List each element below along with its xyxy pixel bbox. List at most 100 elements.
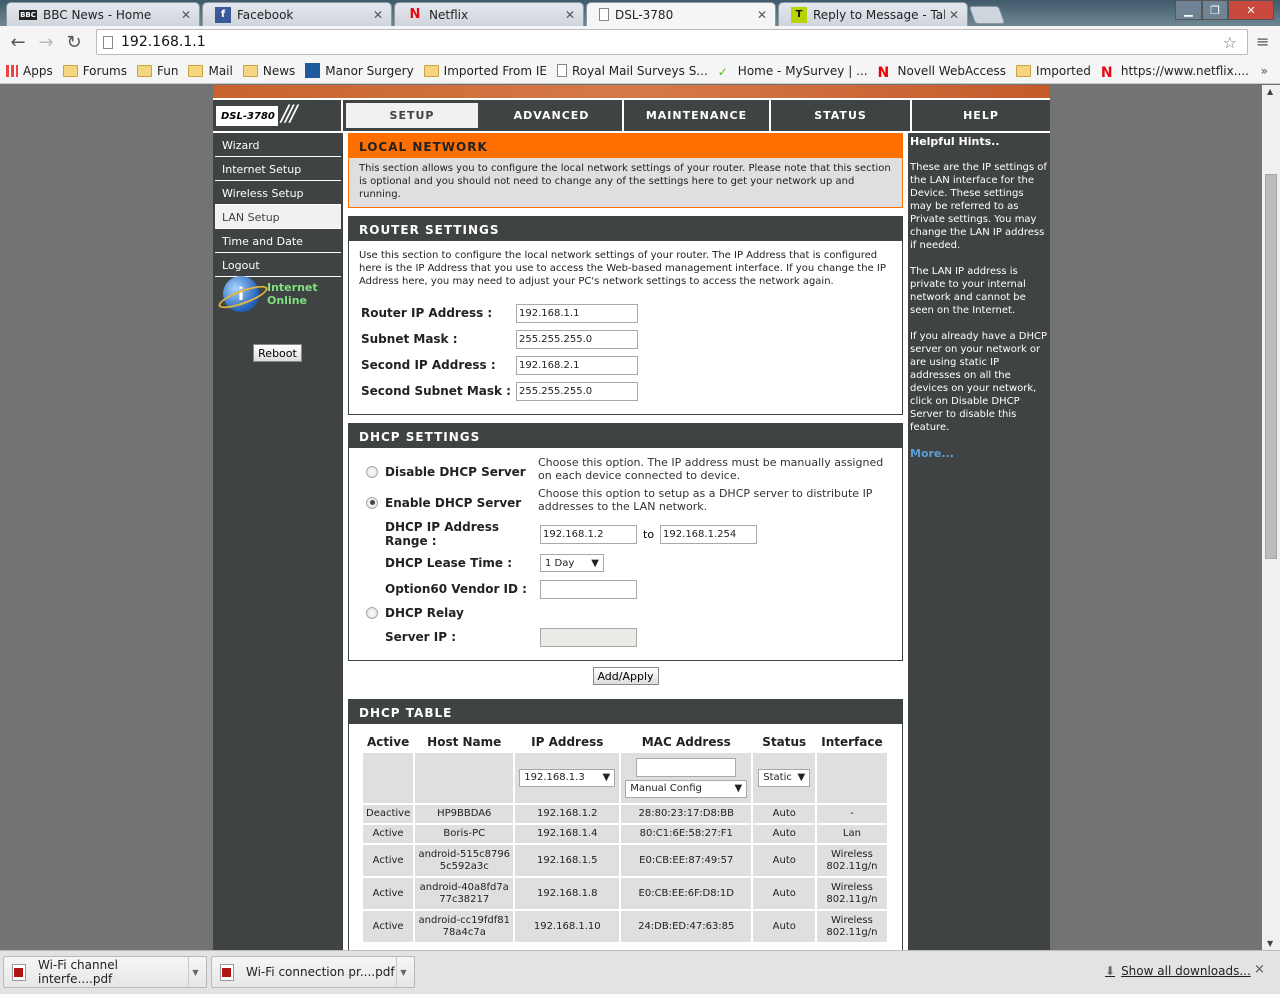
scroll-up-icon[interactable]: ▲ [1267,87,1273,96]
mac-cell: E0:CB:EE:87:49:57 [621,845,752,876]
scroll-down-icon[interactable]: ▼ [1267,939,1273,948]
mac-config-select[interactable]: Manual Config ▼ [625,780,748,798]
router-ip-input[interactable] [516,303,638,323]
tab-help[interactable]: HELP [912,100,1050,131]
bookmark-star-icon[interactable]: ☆ [1223,33,1237,52]
status-select[interactable]: Static ▼ [758,769,811,787]
bookmark-fun[interactable]: Fun [137,64,178,78]
show-all-downloads-link[interactable]: ⬇ Show all downloads... [1105,964,1251,978]
tab-setup[interactable]: SETUP [343,100,481,131]
second-subnet-input[interactable] [516,381,638,401]
sidebar-item-wireless-setup[interactable]: Wireless Setup [215,181,341,205]
help-more-link[interactable]: More... [910,447,954,460]
field-label: Option60 Vendor ID : [385,582,527,596]
info-globe-icon: i [223,276,259,312]
bookmark-netflix[interactable]: Nhttps://www.netflix.... [1101,64,1249,81]
interface-cell: Lan [817,825,887,843]
mac-cell: 80:C1:6E:58:27:F1 [621,825,752,843]
sidebar-item-lan-setup[interactable]: LAN Setup [215,205,341,229]
bookmark-royal-mail[interactable]: Royal Mail Surveys S... [556,64,708,78]
bookmark-mysurvey[interactable]: ✓ Home - MySurvey | ... [718,64,868,79]
tab-netflix[interactable]: N Netflix ✕ [394,2,584,26]
close-tab-icon[interactable]: ✕ [949,8,959,22]
reboot-button[interactable]: Reboot [253,344,302,362]
bookmark-mail[interactable]: Mail [188,64,233,78]
status-cell: Auto [753,845,816,876]
table-row: Deactive HP9BBDA6 192.168.1.2 28:80:23:1… [363,805,887,823]
tab-advanced[interactable]: ADVANCED [481,100,624,131]
close-tab-icon[interactable]: ✕ [757,8,767,22]
scrollbar-thumb[interactable] [1265,174,1277,559]
add-apply-button[interactable]: Add/Apply [592,667,659,685]
bookmark-news[interactable]: News [242,64,295,78]
close-window-button[interactable]: ✕ [1228,0,1274,20]
ip-address-select[interactable]: 192.168.1.3 ▼ [519,769,616,787]
new-tab-button[interactable] [968,6,1006,24]
enable-dhcp-row: Enable DHCP Server Choose this option to… [366,487,902,518]
close-tab-icon[interactable]: ✕ [373,8,383,22]
subnet-mask-input[interactable] [516,329,638,349]
tab-bbc-news[interactable]: BBC BBC News - Home ✕ [6,2,200,26]
menu-icon[interactable]: ≡ [1256,32,1269,51]
vendor-id-input[interactable] [540,579,637,599]
tab-facebook[interactable]: f Facebook ✕ [202,2,392,26]
bookmark-forums[interactable]: Forums [62,64,127,78]
second-ip-input[interactable] [516,355,638,375]
column-header: Status [753,732,816,751]
sidebar-item-internet-setup[interactable]: Internet Setup [215,157,341,181]
tab-talktalk[interactable]: T Reply to Message - TalkTa ✕ [778,2,968,26]
close-tab-icon[interactable]: ✕ [181,8,191,22]
sidebar-item-logout[interactable]: Logout [215,253,341,277]
sidebar-item-wizard[interactable]: Wizard [215,133,341,157]
section-title: DHCP TABLE [349,700,902,724]
enable-dhcp-radio[interactable] [366,496,378,509]
logo-slashes: /// [281,102,297,127]
reload-icon[interactable]: ↻ [60,32,88,53]
bookmark-manor-surgery[interactable]: Manor Surgery [305,63,414,78]
bookmark-imported-from-ie[interactable]: Imported From IE [423,64,547,78]
minimize-button[interactable]: ▁ [1175,0,1202,20]
range-start-input[interactable] [540,524,637,544]
close-tab-icon[interactable]: ✕ [565,8,575,22]
download-options-icon[interactable]: ▼ [188,957,202,987]
column-header: MAC Address [621,732,752,751]
server-ip-input[interactable] [540,627,637,647]
back-icon[interactable]: ← [4,32,32,53]
tab-dsl-3780[interactable]: DSL-3780 ✕ [586,2,776,26]
bookmark-novell[interactable]: N Novell WebAccess [878,64,1007,81]
dhcp-table: Active Host Name IP Address MAC Address … [361,730,889,944]
restore-button[interactable]: ❐ [1202,0,1228,20]
active-cell[interactable]: Active [363,845,414,876]
lease-time-select[interactable]: 1 Day ▼ [540,554,604,572]
field-label: DHCP Lease Time : [385,556,513,570]
sidebar-item-time-and-date[interactable]: Time and Date [215,229,341,253]
close-downloads-icon[interactable]: × [1254,962,1265,977]
forward-icon[interactable]: → [32,32,60,53]
address-bar[interactable]: 192.168.1.1 ☆ [96,29,1248,55]
dhcp-relay-radio[interactable] [366,607,378,619]
bookmark-apps[interactable]: Apps [6,64,53,78]
download-item[interactable]: Wi-Fi connection pr....pdf ▼ [211,956,415,988]
disable-dhcp-radio[interactable] [366,465,378,478]
active-cell[interactable]: Active [363,825,414,843]
range-end-input[interactable] [660,524,758,544]
active-cell[interactable]: Active [363,911,414,942]
enable-dhcp-hint: Choose this option to setup as a DHCP se… [538,487,873,513]
header-banner [213,85,1050,98]
page-icon [556,64,567,77]
dhcp-range-row: DHCP IP Address Range : to [366,518,902,550]
host-cell: android-40a8fd7a77c38217 [415,878,514,909]
tab-status[interactable]: STATUS [771,100,912,131]
download-options-icon[interactable]: ▼ [396,957,410,987]
active-cell[interactable]: Deactive [363,805,414,823]
bookmark-imported[interactable]: Imported [1016,64,1091,78]
bookmarks-overflow-button[interactable]: » [1261,64,1268,78]
downloads-bar: Wi-Fi channel interfe....pdf ▼ Wi-Fi con… [0,950,1280,994]
apps-grid-icon [6,64,18,77]
vertical-scrollbar[interactable]: ▲ ▼ [1262,85,1280,950]
mac-address-input[interactable] [636,758,737,777]
download-item[interactable]: Wi-Fi channel interfe....pdf ▼ [3,956,207,988]
tab-maintenance[interactable]: MAINTENANCE [624,100,771,131]
active-cell[interactable]: Active [363,878,414,909]
dhcp-settings-section: DHCP SETTINGS Disable DHCP Server Choose… [348,423,903,661]
